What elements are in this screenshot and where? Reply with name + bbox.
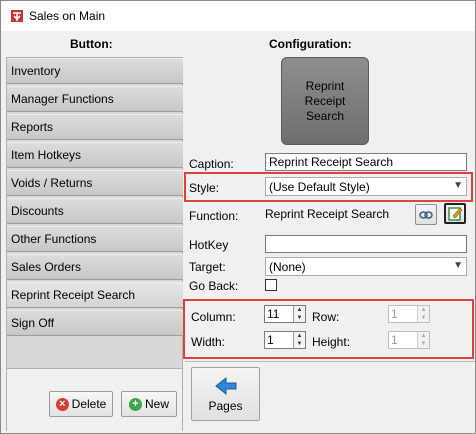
link-icon <box>419 210 433 219</box>
list-item[interactable]: Discounts <box>7 198 183 224</box>
layout-highlight <box>183 299 474 359</box>
list-item[interactable]: Other Functions <box>7 226 183 252</box>
spin-arrows-icon[interactable]: ▲ ▼ <box>417 306 429 322</box>
chevron-down-icon: ▼ <box>453 260 463 271</box>
link-function-button[interactable] <box>415 204 437 225</box>
list-item[interactable]: Item Hotkeys <box>7 142 183 168</box>
caption-input[interactable]: Reprint Receipt Search <box>265 153 467 171</box>
app-logo-icon <box>11 10 23 22</box>
delete-icon: × <box>55 397 69 411</box>
list-item[interactable]: Inventory <box>7 58 183 84</box>
list-item[interactable]: Manager Functions <box>7 86 183 112</box>
spin-arrows-icon[interactable]: ▲ ▼ <box>293 332 305 348</box>
target-select[interactable]: (None) ▼ <box>265 257 467 276</box>
hotkey-input[interactable] <box>265 235 467 253</box>
width-stepper[interactable]: 1 ▲ ▼ <box>264 331 306 349</box>
pages-button[interactable]: Pages <box>191 367 260 421</box>
row-stepper[interactable]: 1 ▲ ▼ <box>388 305 430 323</box>
chevron-down-icon: ▼ <box>453 180 463 191</box>
function-value: Reprint Receipt Search <box>265 207 390 221</box>
button-column-header: Button: <box>70 37 113 51</box>
style-select-value: (Use Default Style) <box>269 179 370 194</box>
hotkey-label: HotKey <box>189 238 229 252</box>
target-select-value: (None) <box>269 259 306 274</box>
configuration-panel: Configuration: Reprint Receipt Search Ca… <box>183 31 475 431</box>
sales-config-window: Sales on Main Button: Inventory Manager … <box>0 0 476 434</box>
width-value: 1 <box>267 333 274 347</box>
column-label: Column: <box>191 310 236 324</box>
new-icon: + <box>128 397 142 411</box>
list-item[interactable]: Reports <box>7 114 183 140</box>
spin-arrows-icon[interactable]: ▲ ▼ <box>293 306 305 322</box>
edit-function-button[interactable] <box>444 203 466 224</box>
pages-arrow-icon <box>214 376 236 396</box>
list-item[interactable]: Sales Orders <box>7 254 183 280</box>
column-stepper[interactable]: 11 ▲ ▼ <box>264 305 306 323</box>
window-title: Sales on Main <box>29 9 106 23</box>
width-label: Width: <box>191 335 226 349</box>
delete-button-label: Delete <box>71 397 107 411</box>
pages-button-label: Pages <box>208 399 243 413</box>
style-select[interactable]: (Use Default Style) ▼ <box>265 177 467 196</box>
style-label: Style: <box>189 181 220 195</box>
spin-arrows-icon[interactable]: ▲ ▼ <box>417 332 429 348</box>
height-value: 1 <box>391 333 398 347</box>
row-label: Row: <box>312 310 340 324</box>
title-bar: Sales on Main <box>1 1 475 31</box>
caption-label: Caption: <box>189 157 234 171</box>
target-label: Target: <box>189 260 226 274</box>
list-item[interactable]: Voids / Returns <box>7 170 183 196</box>
button-preview[interactable]: Reprint Receipt Search <box>281 57 369 145</box>
button-list: Inventory Manager Functions Reports Item… <box>6 57 183 369</box>
row-value: 1 <box>391 307 398 321</box>
delete-button[interactable]: × Delete <box>49 391 113 417</box>
list-item-selected[interactable]: Reprint Receipt Search <box>7 282 183 308</box>
column-value: 11 <box>267 307 280 321</box>
goback-label: Go Back: <box>189 279 239 293</box>
button-panel: Button: Inventory Manager Functions Repo… <box>4 31 185 431</box>
height-label: Height: <box>312 335 351 349</box>
divider <box>185 361 475 362</box>
list-item[interactable]: Sign Off <box>7 310 183 336</box>
new-button-label: New <box>144 397 169 411</box>
height-stepper[interactable]: 1 ▲ ▼ <box>388 331 430 349</box>
goback-checkbox[interactable] <box>265 279 277 291</box>
edit-icon <box>447 207 462 221</box>
configuration-column-header: Configuration: <box>269 37 352 51</box>
function-label: Function: <box>189 209 239 223</box>
left-actions: × Delete + New <box>6 369 183 431</box>
new-button[interactable]: + New <box>121 391 177 417</box>
